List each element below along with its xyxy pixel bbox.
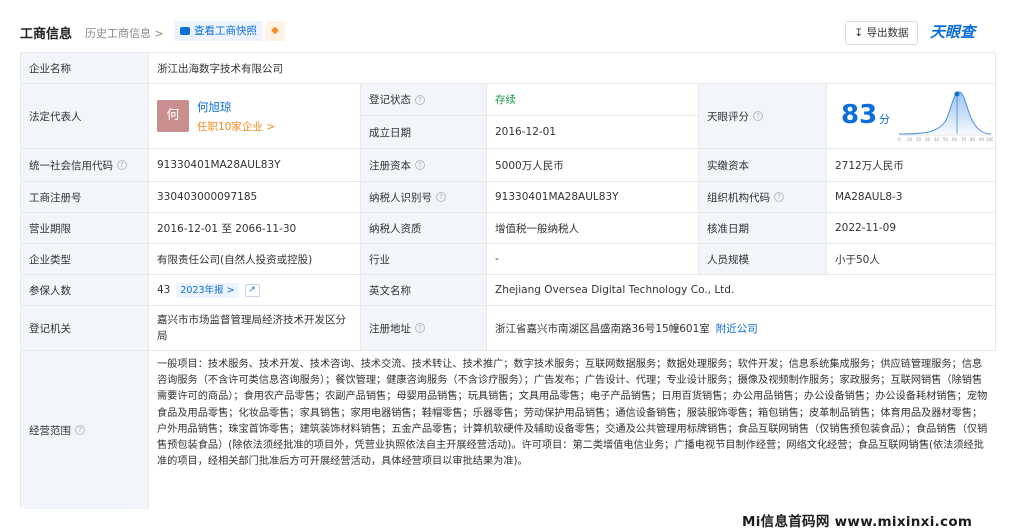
company-name-value: 浙江出海数字技术有限公司 <box>149 53 996 84</box>
est-date-value: 2016-12-01 <box>487 116 699 149</box>
credit-code-value: 91330401MA28AUL83Y <box>149 149 361 182</box>
score-distribution-chart: 0 10 20 30 40 50 60 70 80 90 100 <box>898 91 993 142</box>
reg-address-label: 注册地址? <box>361 306 487 351</box>
score-unit: 分 <box>879 113 890 126</box>
credit-code-label: 统一社会信用代码? <box>21 149 149 182</box>
est-date-label: 成立日期 <box>361 116 487 149</box>
company-type-value: 有限责任公司(自然人投资或控股) <box>149 244 361 275</box>
svg-text:50: 50 <box>943 137 949 142</box>
section-header: 工商信息 历史工商信息 > 查看工商快照 ◆ ↧ 导出数据 天眼查 <box>0 0 1024 48</box>
svg-text:10: 10 <box>907 137 913 142</box>
history-link[interactable]: 历史工商信息 > <box>85 25 164 41</box>
info-icon[interactable]: ? <box>415 160 425 170</box>
svg-text:100: 100 <box>986 137 993 142</box>
export-label: 导出数据 <box>866 27 909 39</box>
biz-reg-no-label: 工商注册号 <box>21 182 149 213</box>
industry-label: 行业 <box>361 244 487 275</box>
org-code-value: MA28AUL8-3 <box>827 182 996 213</box>
info-icon[interactable]: ? <box>75 425 85 435</box>
snapshot-label: 查看工商快照 <box>194 25 257 37</box>
org-code-label: 组织机构代码? <box>699 182 827 213</box>
scope-value: 一般项目：技术服务、技术开发、技术咨询、技术交流、技术转让、技术推广；数字技术服… <box>149 351 996 509</box>
staff-size-label: 人员规模 <box>699 244 827 275</box>
download-icon: ↧ <box>854 27 867 39</box>
camera-icon <box>180 27 190 35</box>
info-icon[interactable]: ? <box>415 94 425 105</box>
approval-date-label: 核准日期 <box>699 213 827 244</box>
approval-date-value: 2022-11-09 <box>827 213 996 244</box>
reg-status-value: 存续 <box>487 84 699 116</box>
reg-capital-value: 5000万人民币 <box>487 149 699 182</box>
svg-text:60: 60 <box>952 137 958 142</box>
tianyancha-logo: 天眼查 <box>930 23 976 41</box>
taxpayer-id-value: 91330401MA28AUL83Y <box>487 182 699 213</box>
bell-icon[interactable]: ◆ <box>265 21 285 41</box>
legal-rep-cell: 何 何旭琼 任职10家企业 > <box>149 84 361 149</box>
info-icon[interactable]: ? <box>415 323 425 333</box>
paid-capital-label: 实缴资本 <box>699 149 827 182</box>
svg-text:0: 0 <box>898 137 901 142</box>
company-type-label: 企业类型 <box>21 244 149 275</box>
insured-label: 参保人数 <box>21 275 149 306</box>
reg-status-label: 登记状态? <box>361 84 487 116</box>
insured-value: 43 2023年报 > ↗ <box>149 275 361 306</box>
info-icon[interactable]: ? <box>117 160 127 170</box>
svg-text:40: 40 <box>934 137 940 142</box>
svg-text:30: 30 <box>925 137 931 142</box>
industry-value: - <box>487 244 699 275</box>
score-value: 83 <box>841 100 878 130</box>
trend-chart-icon[interactable]: ↗ <box>244 283 260 297</box>
reg-address-value: 浙江省嘉兴市南湖区昌盛南路36号15幢601室 附近公司 <box>487 306 996 351</box>
staff-size-value: 小于50人 <box>827 244 996 275</box>
reg-authority-label: 登记机关 <box>21 306 149 351</box>
tianyan-score-label: 天眼评分? <box>699 84 827 149</box>
biz-term-label: 营业期限 <box>21 213 149 244</box>
watermark: Mi信息首码网 www.mixinxi.com <box>742 514 973 529</box>
legal-rep-positions-link[interactable]: 任职10家企业 > <box>197 119 275 134</box>
svg-text:20: 20 <box>916 137 922 142</box>
legal-rep-label: 法定代表人 <box>21 84 149 149</box>
info-icon[interactable]: ? <box>753 111 763 121</box>
reg-capital-label: 注册资本? <box>361 149 487 182</box>
info-icon[interactable]: ? <box>436 192 446 202</box>
avatar: 何 <box>157 100 189 132</box>
svg-text:70: 70 <box>961 137 967 142</box>
svg-text:90: 90 <box>979 137 985 142</box>
paid-capital-value: 2712万人民币 <box>827 149 996 182</box>
legal-rep-name[interactable]: 何旭琼 <box>197 99 275 115</box>
tianyan-score-cell[interactable]: 83 分 0 10 20 30 40 50 60 70 80 90 100 <box>827 84 996 149</box>
biz-term-value: 2016-12-01 至 2066-11-30 <box>149 213 361 244</box>
reg-authority-value: 嘉兴市市场监督管理局经济技术开发区分局 <box>149 306 361 351</box>
snapshot-button[interactable]: 查看工商快照 <box>174 21 263 41</box>
annual-report-badge[interactable]: 2023年报 > <box>176 282 239 298</box>
english-name-value: Zhejiang Oversea Digital Technology Co.,… <box>487 275 996 306</box>
section-title: 工商信息 <box>20 27 73 42</box>
taxpayer-id-label: 纳税人识别号? <box>361 182 487 213</box>
info-icon[interactable]: ? <box>774 192 784 202</box>
english-name-label: 英文名称 <box>361 275 487 306</box>
taxpayer-qual-value: 增值税一般纳税人 <box>487 213 699 244</box>
biz-reg-no-value: 330403000097185 <box>149 182 361 213</box>
svg-text:80: 80 <box>970 137 976 142</box>
export-button[interactable]: ↧ 导出数据 <box>845 21 918 45</box>
taxpayer-qual-label: 纳税人资质 <box>361 213 487 244</box>
scope-label: 经营范围? <box>21 351 149 509</box>
nearby-companies-link[interactable]: 附近公司 <box>716 321 758 336</box>
business-info-table: 企业名称 浙江出海数字技术有限公司 法定代表人 何 何旭琼 任职10家企业 > … <box>20 52 996 509</box>
company-name-label: 企业名称 <box>21 53 149 84</box>
